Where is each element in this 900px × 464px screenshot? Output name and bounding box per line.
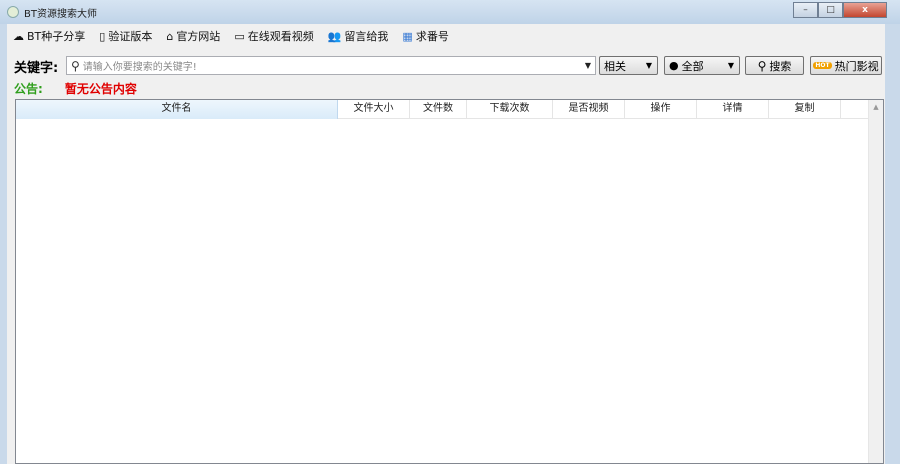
keyword-input[interactable]: ⚲ 请输入你要搜索的关键字! ▼ [66,56,596,75]
menu-label: 求番号 [415,30,449,43]
column-header-is-video[interactable]: 是否视频 [553,100,625,119]
menu-label: 官方网站 [176,30,221,43]
search-icon: ⚲ [71,58,80,73]
column-header-file-count[interactable]: 文件数 [410,100,467,119]
hot-movies-button[interactable]: HOT 热门影视 [810,56,882,75]
main-window: ☁ BT种子分享 ▯ 验证版本 ⌂ 官方网站 ▭ 在线观看视频 👥 留言给我 ▦ 求番号 关… [7,24,885,464]
chevron-down-icon: ▼ [645,61,652,70]
close-button[interactable]: x [843,2,887,18]
menu-verify-version[interactable]: ▯ 验证版本 [93,28,160,44]
menu-request-code[interactable]: ▦ 求番号 [396,28,456,44]
column-header-filename[interactable]: 文件名 [16,100,338,119]
search-button-label: 搜索 [769,59,792,73]
notice-text: 暂无公告内容 [64,82,137,96]
menu-leave-message[interactable]: 👥 留言给我 [322,28,397,44]
title-bar: BT资源搜索大师 – □ x [0,0,900,24]
home-icon: ⌂ [166,29,174,43]
column-header-copy[interactable]: 复制 [769,100,841,119]
sort-select[interactable]: 相关 ▼ [599,56,658,75]
monitor-icon: ▭ [234,29,245,43]
search-button[interactable]: ⚲ 搜索 [745,56,804,75]
chevron-down-icon: ▼ [727,61,734,70]
notice-label: 公告: [14,82,43,96]
vertical-scrollbar[interactable]: ▲ [868,100,883,463]
app-icon: ▦ [402,29,413,43]
menu-official-site[interactable]: ⌂ 官方网站 [160,28,228,44]
chevron-down-icon[interactable]: ▼ [585,61,591,70]
menu-watch-online[interactable]: ▭ 在线观看视频 [228,28,321,44]
menu-label: BT种子分享 [27,30,86,43]
table-header: 文件名 文件大小 文件数 下载次数 是否视频 操作 详情 复制 [16,100,869,119]
users-icon: 👥 [327,29,342,43]
filter-select[interactable]: ● 全部 ▼ [664,56,740,75]
menu-bt-share[interactable]: ☁ BT种子分享 [7,28,93,44]
document-lock-icon: ▯ [99,29,106,43]
notice-bar: 公告: 暂无公告内容 [14,80,137,97]
app-logo-icon [7,6,19,18]
dot-icon: ● [669,59,679,72]
filter-value: 全部 [681,59,704,73]
window-title: BT资源搜索大师 [24,9,97,20]
menu-label: 在线观看视频 [247,30,314,43]
column-header-action[interactable]: 操作 [625,100,697,119]
column-header-downloads[interactable]: 下载次数 [467,100,553,119]
search-row: 关键字: ⚲ 请输入你要搜索的关键字! ▼ 相关 ▼ ● 全部 ▼ ⚲ 搜索 HOT 热门… [7,56,885,76]
maximize-button[interactable]: □ [818,2,843,18]
keyword-label: 关键字: [14,61,59,76]
keyword-placeholder: 请输入你要搜索的关键字! [82,62,197,73]
menu-label: 验证版本 [108,30,153,43]
hot-button-label: 热门影视 [834,59,879,73]
menu-label: 留言给我 [344,30,389,43]
column-header-size[interactable]: 文件大小 [338,100,410,119]
results-table: 文件名 文件大小 文件数 下载次数 是否视频 操作 详情 复制 ▲ [15,99,884,464]
toolbar-menu: ☁ BT种子分享 ▯ 验证版本 ⌂ 官方网站 ▭ 在线观看视频 👥 留言给我 ▦ 求番号 [7,24,457,48]
minimize-button[interactable]: – [793,2,818,18]
cloud-upload-icon: ☁ [13,29,24,43]
column-header-details[interactable]: 详情 [697,100,769,119]
sort-value: 相关 [604,59,626,73]
hot-badge-icon: HOT [813,62,832,69]
scroll-up-icon[interactable]: ▲ [869,100,883,115]
search-icon: ⚲ [757,58,767,73]
